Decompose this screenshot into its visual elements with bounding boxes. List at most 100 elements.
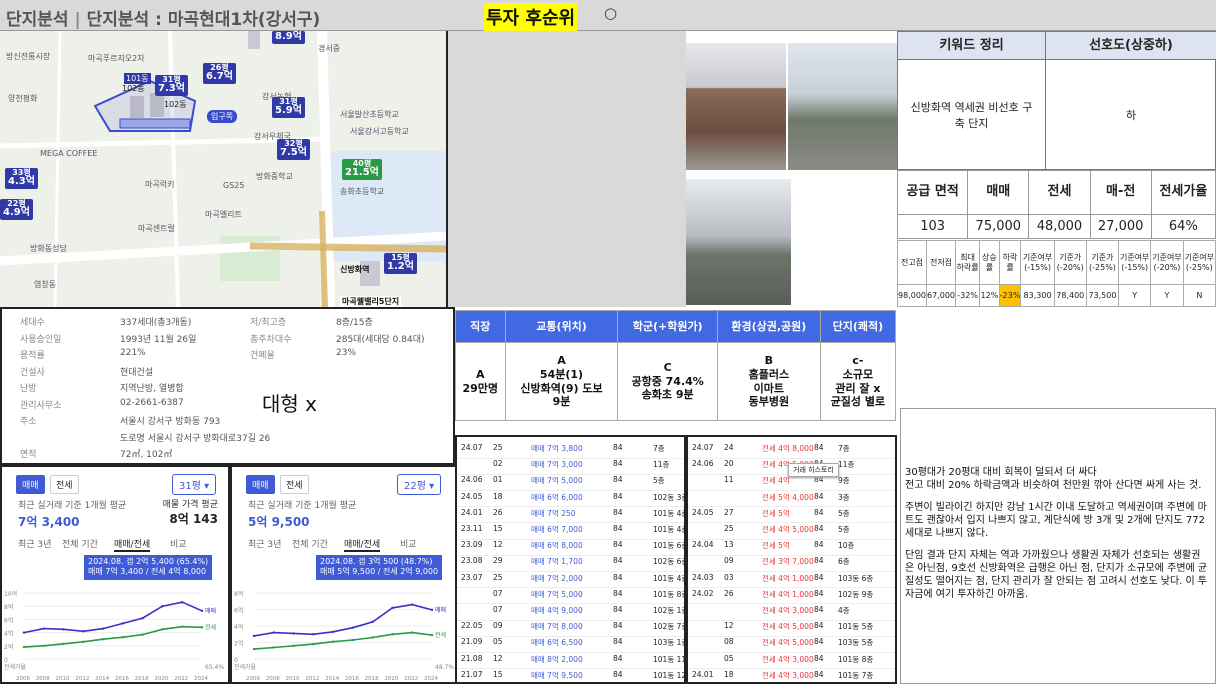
period-tab[interactable]: 최근 3년 <box>18 537 51 550</box>
price-value: 103 <box>896 214 969 239</box>
price-pin[interactable]: 31평 5.9억 <box>272 97 305 118</box>
data-point <box>62 642 65 646</box>
data-point <box>411 603 414 606</box>
drop-rate-header: 기준가 (-20%) <box>1053 240 1087 285</box>
tx-cell: 103동 1층 <box>653 638 686 648</box>
listing-avg-label: 매물 가격 평균 <box>162 500 218 510</box>
price-header: 전세가율 <box>1150 170 1216 215</box>
score-cell: B 홈플러스 이마트 동부병원 <box>716 342 821 421</box>
drop-rate-header: 최대 하락률 <box>954 240 981 285</box>
score-header: 교통(위치) <box>504 310 619 343</box>
x-tick-label: 2012 <box>75 676 89 682</box>
sale-transaction-list[interactable]: 24.07 25 매매 7억 3,800 84 7층 02 매매 7억 3,000 84 11층… <box>455 435 686 684</box>
tx-cell: 08 <box>724 637 734 647</box>
gap-tooltip: 2024.08. 갭 3억 500 (48.7%) 매매 5억 9,500 / 전… <box>316 555 443 580</box>
x-tick-label: 2006 <box>16 676 30 682</box>
price-pin[interactable]: 32평 7.5억 <box>277 139 310 160</box>
info-key: 관리사무소 <box>20 400 62 411</box>
tx-cell: 24.02 <box>692 588 714 598</box>
period-tab[interactable]: 전체 기간 <box>292 537 328 550</box>
tx-cell: 22.05 <box>461 621 483 631</box>
photo-panel <box>686 31 897 307</box>
tx-cell: 24.05 <box>461 491 483 501</box>
ratio-value: 65.4% <box>205 664 224 671</box>
transaction-row[interactable]: 21.07 15 매매 7억 9,500 84 101동 12층 <box>457 665 684 682</box>
price-pin[interactable]: 15평 1.2억 <box>384 253 417 274</box>
tx-cell: 13 <box>724 540 734 550</box>
period-tab[interactable]: 최근 3년 <box>248 537 281 550</box>
tx-cell: 84 <box>814 540 824 550</box>
tx-cell: 84 <box>613 524 623 533</box>
station-label: 신방화역 <box>340 265 370 274</box>
page-title: 단지분석 | 단지분석 : 마곡현대1차(강서구) <box>6 5 320 30</box>
tx-cell: 26 <box>724 588 734 598</box>
tx-cell: 24.05 <box>692 507 714 517</box>
score-header: 환경(상권,공원) <box>716 310 821 343</box>
tx-cell: 23.11 <box>461 524 483 533</box>
tx-cell: 매매 7억 3,000 <box>531 460 583 470</box>
x-tick-label: 2014 <box>95 676 109 682</box>
tx-cell: 25 <box>493 572 503 582</box>
drop-rate-header: 상승률 <box>979 240 1000 285</box>
period-tab[interactable]: 비교 <box>170 537 187 550</box>
tx-cell: 25 <box>493 443 503 452</box>
score-cell: C 공항중 74.4% 송화초 9분 <box>617 342 718 421</box>
jeonse-transaction-list[interactable]: 24.0724전세 4억 8,000847층24.0620전세 4억 5,000… <box>686 435 897 684</box>
location-score-table: 직장 교통(위치) 학군(+학원가) 환경(상권,공원) 단지(쾌적) A 29만명 A … <box>455 310 897 421</box>
period-tab[interactable]: 비교 <box>400 537 417 550</box>
tx-cell: 101동 4층 <box>653 525 686 534</box>
tx-cell: 11 <box>724 475 734 485</box>
tooltip-line: 매매 5억 9,500 / 전세 2억 9,000 <box>320 567 439 577</box>
period-tab[interactable]: 매매/전세 <box>114 537 151 552</box>
tx-cell: 전세 4억 3,000 <box>762 670 814 680</box>
tx-cell: 매매 7억 5,000 <box>531 589 583 599</box>
x-tick-label: 2020 <box>154 676 168 682</box>
title-main: 단지분석 : 마곡현대1차(강서구) <box>86 10 321 30</box>
x-tick-label: 2016 <box>115 676 129 682</box>
size-select[interactable]: 22평 ▾ <box>397 474 442 495</box>
map-label: 방화중학교 <box>256 172 293 181</box>
size-select[interactable]: 31평 ▾ <box>172 474 217 495</box>
tab-jeonse[interactable]: 전세 <box>280 475 309 494</box>
empty-panel <box>448 31 686 307</box>
data-point <box>42 644 45 647</box>
info-value: 285대(세대당 0.84대) <box>336 334 425 345</box>
entrance-label: 입구쪽 <box>207 110 238 123</box>
price-header: 전세 <box>1028 170 1091 215</box>
price-pin[interactable]: 31평 7.3억 <box>155 75 188 96</box>
price-pin[interactable]: 26평 6.7억 <box>203 63 236 84</box>
large-size-note: 대형 x <box>262 392 317 416</box>
tx-cell: 05 <box>493 637 503 647</box>
tx-cell: 20 <box>724 459 734 469</box>
tx-cell: 84 <box>814 637 824 647</box>
price-pin[interactable]: 22평 4.9억 <box>0 199 33 220</box>
period-tab[interactable]: 매매/전세 <box>344 537 381 552</box>
chevron-down-icon: ▾ <box>425 481 435 492</box>
tx-cell: 26 <box>493 507 503 517</box>
tx-cell: 84 <box>613 572 623 582</box>
price-pin[interactable]: 33평 4.3억 <box>5 168 38 189</box>
drop-rate-header: 전고점 <box>897 240 927 285</box>
price-pin[interactable]: 8.9억 <box>272 31 305 44</box>
tx-cell: 매매 7억 250 <box>531 508 576 518</box>
history-popup[interactable]: 거래 히스토리 <box>788 463 839 477</box>
price-pin[interactable]: 40평 21.5억 <box>342 159 382 180</box>
map-label: MEGA COFFEE <box>40 149 98 158</box>
tab-sale[interactable]: 매매 <box>16 475 45 494</box>
chevron-down-icon: ▾ <box>200 481 210 492</box>
price-header: 매매 <box>967 170 1030 215</box>
period-tab[interactable]: 전체 기간 <box>62 537 98 550</box>
tab-sale[interactable]: 매매 <box>246 475 275 494</box>
tx-cell: 84 <box>814 572 824 582</box>
tx-cell: 84 <box>613 653 623 663</box>
tab-jeonse[interactable]: 전세 <box>50 475 79 494</box>
preference-value: 하 <box>1125 109 1137 122</box>
y-tick-label: 8억 <box>4 603 13 611</box>
gap-tooltip: 2024.08. 갭 2억 5,400 (65.4%) 매매 7억 3,400 /… <box>84 555 213 580</box>
y-tick-label: 10억 <box>4 590 17 598</box>
tx-cell: 12 <box>724 621 734 631</box>
tx-cell: 84 <box>814 524 824 533</box>
complex-info-panel: 세대수 337세대(총3개동) 저/최고층 8층/15층 사용승인일 1993년 11월 … <box>0 307 455 465</box>
data-point <box>272 646 275 649</box>
map-panel[interactable]: 방신전통시장 마곡푸르지오2차 양천평화 경서중 강서농협 강서우체국 MEGA… <box>0 31 448 307</box>
